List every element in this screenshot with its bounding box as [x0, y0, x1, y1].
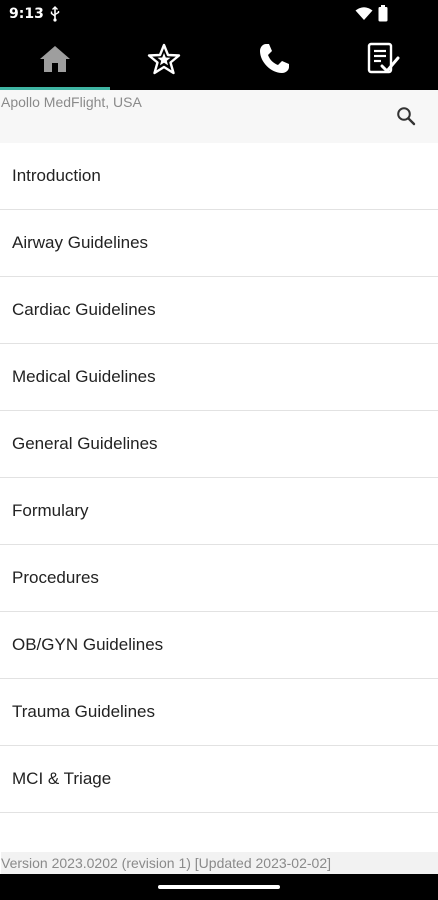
checklist-icon: [366, 42, 400, 76]
tab-favorites[interactable]: [110, 28, 220, 90]
header: Apollo MedFlight, USA: [0, 90, 438, 143]
tab-home[interactable]: [0, 28, 110, 90]
search-icon: [396, 106, 416, 131]
menu-item-procedures[interactable]: Procedures: [0, 545, 438, 612]
menu-item-mci-triage[interactable]: MCI & Triage: [0, 746, 438, 813]
system-nav-bar: [0, 874, 438, 900]
menu-item-medical-guidelines[interactable]: Medical Guidelines: [0, 344, 438, 411]
menu-item-general-guidelines[interactable]: General Guidelines: [0, 411, 438, 478]
menu-item-obgyn-guidelines[interactable]: OB/GYN Guidelines: [0, 612, 438, 679]
home-icon: [38, 44, 72, 74]
search-button[interactable]: [392, 104, 420, 132]
version-info: Version 2023.0202 (revision 1) [Updated …: [1, 852, 438, 874]
tab-bar: [0, 28, 438, 90]
tab-checklist[interactable]: [329, 28, 438, 90]
menu-item-cardiac-guidelines[interactable]: Cardiac Guidelines: [0, 277, 438, 344]
star-icon: [147, 43, 181, 75]
tab-contacts[interactable]: [219, 28, 329, 90]
menu-item-introduction[interactable]: Introduction: [0, 143, 438, 210]
menu-item-trauma-guidelines[interactable]: Trauma Guidelines: [0, 679, 438, 746]
menu-item-formulary[interactable]: Formulary: [0, 478, 438, 545]
status-time: 9:13: [9, 6, 44, 22]
battery-icon: [378, 5, 388, 27]
menu-item-airway-guidelines[interactable]: Airway Guidelines: [0, 210, 438, 277]
usb-icon: [49, 6, 61, 27]
agency-name: Apollo MedFlight, USA: [1, 94, 142, 110]
phone-icon: [257, 42, 291, 76]
gesture-handle[interactable]: [158, 885, 280, 889]
wifi-icon: [355, 6, 373, 26]
status-bar: 9:13: [0, 0, 438, 28]
guideline-menu: Introduction Airway Guidelines Cardiac G…: [0, 143, 438, 813]
